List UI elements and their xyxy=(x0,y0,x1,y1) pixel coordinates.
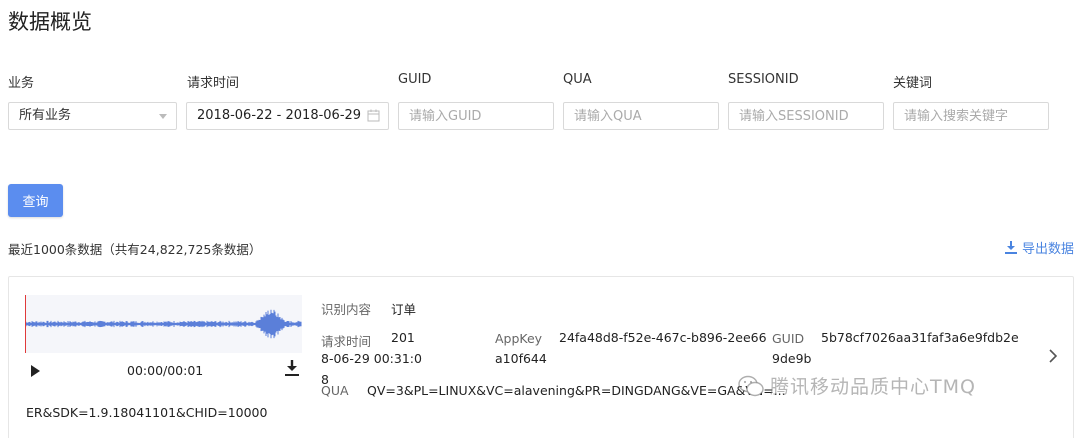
chevron-right-icon[interactable] xyxy=(1049,349,1057,363)
wechat-icon xyxy=(738,375,764,396)
appkey-value: 24fa48d8-f52e-467c-b896-2ee66a10f644 xyxy=(495,330,767,366)
keyword-field[interactable] xyxy=(893,102,1049,130)
record-card: 00:00/00:01 识别内容 订单 请求时间 2018-06-29 00:3… xyxy=(8,276,1074,438)
waveform[interactable] xyxy=(25,295,302,353)
guid-value: 5b78cf7026aa31faf3a6e9fdb2e9de9b xyxy=(772,330,1019,366)
download-icon[interactable] xyxy=(284,359,300,377)
calendar-icon xyxy=(367,109,380,122)
qua-value-tail: ER&SDK=1.9.18041101&CHID=10000 xyxy=(26,405,268,420)
request-time-value: 2018-06-29 00:31:08 xyxy=(321,330,422,387)
recognized-content-value: 订单 xyxy=(391,302,417,317)
qua-label: QUA xyxy=(563,72,592,87)
guid-label: GUID xyxy=(398,72,432,87)
sessionid-field[interactable] xyxy=(728,102,884,130)
qua-key: QUA xyxy=(321,383,349,398)
query-button[interactable]: 查询 xyxy=(8,184,63,217)
watermark: 腾讯移动品质中心TMQ xyxy=(738,372,976,399)
results-summary: 最近1000条数据（共有24,822,725条数据） xyxy=(8,242,262,257)
audio-time: 00:00/00:01 xyxy=(127,363,204,378)
chevron-down-icon xyxy=(159,114,167,119)
request-time-label: 请求时间 xyxy=(187,76,240,91)
date-range-value: 2018-06-22 - 2018-06-29 xyxy=(197,108,362,123)
guid-input[interactable] xyxy=(409,103,553,129)
qua-value: QV=3&PL=LINUX&VC=alavening&PR=DINGDANG&V… xyxy=(367,383,786,398)
waveform-graphic xyxy=(25,309,302,339)
keyword-input[interactable] xyxy=(904,103,1048,129)
business-select[interactable]: 所有业务 xyxy=(8,102,177,130)
qua-field[interactable] xyxy=(563,102,719,130)
date-range-picker[interactable]: 2018-06-22 - 2018-06-29 xyxy=(186,102,389,130)
export-label: 导出数据 xyxy=(1021,242,1074,257)
export-icon xyxy=(1004,241,1017,254)
guid-field[interactable] xyxy=(398,102,554,130)
play-icon[interactable] xyxy=(28,364,42,378)
business-select-value: 所有业务 xyxy=(19,108,72,123)
keyword-label: 关键词 xyxy=(893,76,933,91)
playhead[interactable] xyxy=(25,295,26,353)
qua-input[interactable] xyxy=(574,103,718,129)
sessionid-label: SESSIONID xyxy=(728,72,799,87)
watermark-text: 腾讯移动品质中心TMQ xyxy=(770,376,976,398)
export-data-button[interactable]: 导出数据 xyxy=(1004,238,1074,257)
recognized-content-label: 识别内容 xyxy=(321,302,372,317)
business-label: 业务 xyxy=(8,76,35,91)
page-title: 数据概览 xyxy=(8,10,92,34)
sessionid-input[interactable] xyxy=(739,103,883,129)
